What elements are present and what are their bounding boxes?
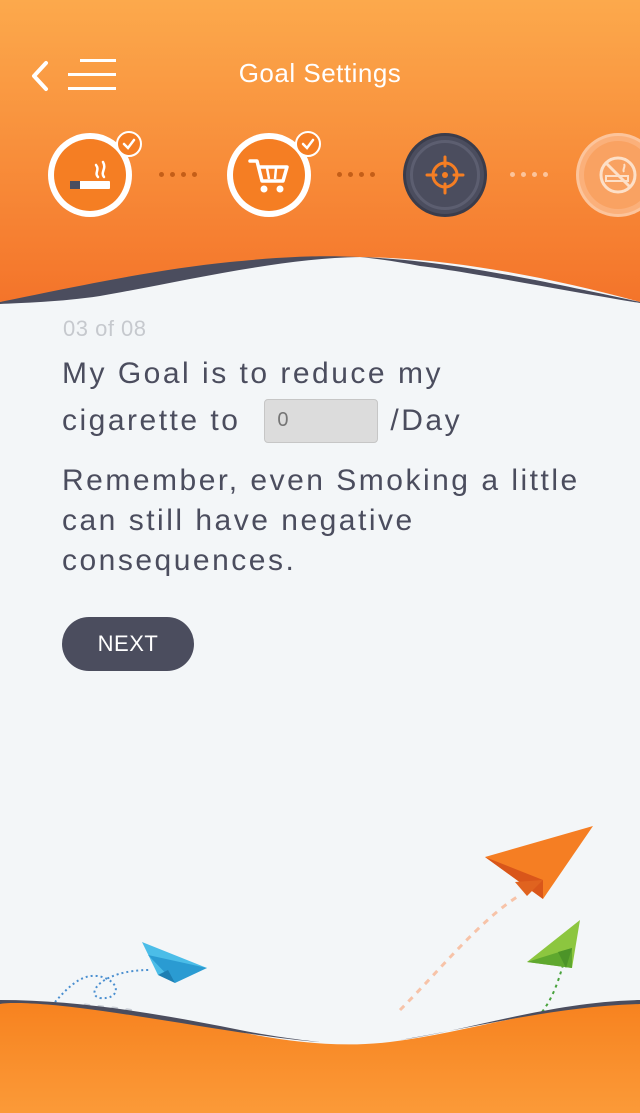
reminder-text: Remember, even Smoking a little can stil… [62,464,580,577]
checkmark-icon [295,131,321,157]
step-goal[interactable] [403,133,487,217]
goal-line-2: cigarette to /Day [62,397,582,444]
step-connector [159,172,197,178]
target-icon [425,155,465,195]
goal-line-2-prefix: cigarette to [62,404,241,437]
page-title: Goal Settings [238,58,402,88]
no-smoking-icon [599,156,637,194]
checkmark-icon [116,131,142,157]
step-progress: 03 of 08 [63,316,147,341]
next-button[interactable]: NEXT [62,617,194,671]
step-shopping[interactable] [227,131,321,217]
step-connector [337,172,375,178]
cigarettes-per-day-input[interactable] [264,398,379,443]
goal-line-1: My Goal is to reduce my [62,357,443,390]
cigarette-icon [70,160,110,189]
goal-unit-label: /Day [390,404,463,437]
cart-icon [248,159,289,193]
footer-background [0,1000,640,1113]
step-smoking[interactable] [48,131,142,217]
goal-statement: My Goal is to reduce my cigarette to /Da… [62,350,582,444]
step-connector [510,172,548,178]
